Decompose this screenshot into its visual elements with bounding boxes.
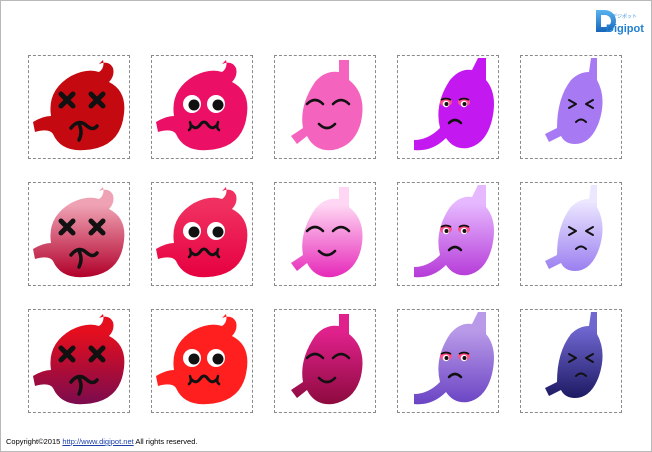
stomach-dizzy-icon bbox=[33, 60, 125, 151]
stomach-tile bbox=[274, 55, 376, 159]
stomach-happy-icon bbox=[291, 314, 363, 405]
stomach-bulging-icon bbox=[156, 314, 248, 405]
stomach-dizzy-icon bbox=[33, 187, 125, 278]
stomach-tile bbox=[28, 309, 130, 413]
stomach-bulging-icon bbox=[156, 60, 248, 151]
stomach-pained-icon bbox=[545, 312, 603, 398]
digipot-logo: デジポット Digipot bbox=[596, 10, 644, 35]
digipot-link[interactable]: http://www.digipot.net bbox=[62, 437, 133, 446]
stomach-tile bbox=[151, 182, 253, 286]
copyright-prefix: Copyright©2015 bbox=[6, 437, 63, 446]
stomach-happy-icon bbox=[291, 187, 363, 278]
stomach-tile bbox=[151, 55, 253, 159]
stomach-tile bbox=[28, 55, 130, 159]
stomach-tile bbox=[274, 309, 376, 413]
copyright-suffix: All rights reserved. bbox=[133, 437, 198, 446]
stomach-tile bbox=[28, 182, 130, 286]
stomach-tile bbox=[397, 309, 499, 413]
stomach-sad-icon bbox=[414, 58, 494, 151]
stomach-dizzy-icon bbox=[33, 314, 125, 405]
copyright-footer: Copyright©2015 http://www.digipot.net Al… bbox=[6, 437, 197, 446]
stomach-tile bbox=[520, 309, 622, 413]
stomach-pained-icon bbox=[545, 58, 603, 144]
stomach-sad-icon bbox=[414, 312, 494, 405]
stomach-tile bbox=[520, 182, 622, 286]
stomach-tile bbox=[520, 55, 622, 159]
stomach-bulging-icon bbox=[156, 187, 248, 278]
stomach-tile bbox=[274, 182, 376, 286]
stomach-tile bbox=[397, 55, 499, 159]
stomach-happy-icon bbox=[291, 60, 363, 151]
logo-subtext: デジポット bbox=[612, 13, 637, 20]
logo-text: Digipot bbox=[606, 23, 644, 35]
stomach-pained-icon bbox=[545, 185, 603, 271]
stomach-sad-icon bbox=[414, 185, 494, 278]
stomach-tile bbox=[397, 182, 499, 286]
stomach-tile bbox=[151, 309, 253, 413]
